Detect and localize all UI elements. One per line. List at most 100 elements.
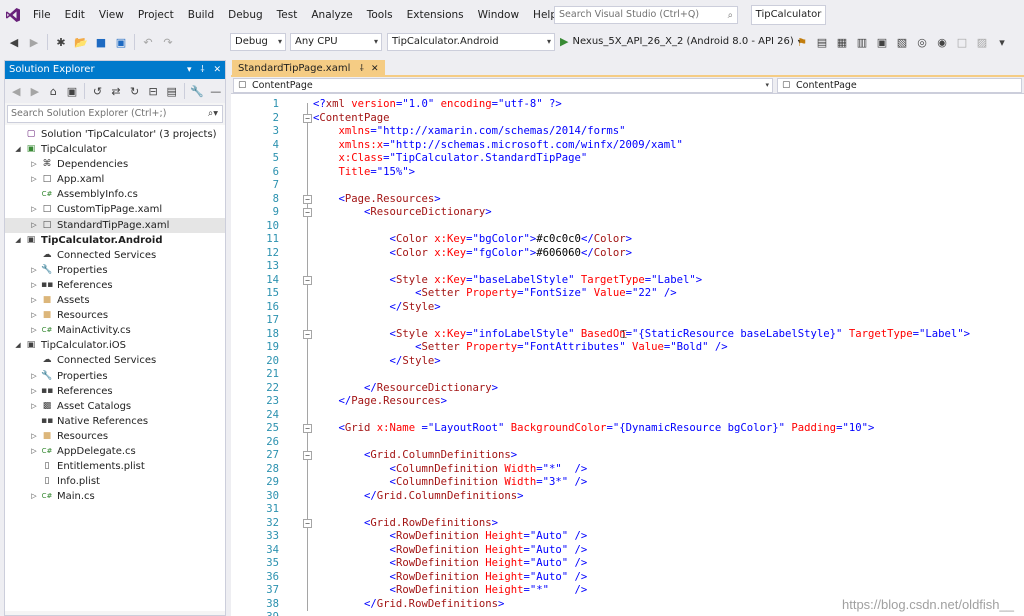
type-navigation-select[interactable]: ▢ ContentPage ▾ <box>233 78 773 93</box>
expanded-arrow-icon[interactable]: ◢ <box>13 338 23 353</box>
tree-item[interactable]: ▯ Info.plist <box>5 474 225 489</box>
menu-analyze[interactable]: Analyze <box>304 0 359 30</box>
tree-item[interactable]: ▷ □ App.xaml <box>5 172 225 187</box>
tree-item[interactable]: ◢ ▣ TipCalculator <box>5 142 225 157</box>
tree-item[interactable]: ▷ 🔧 Properties <box>5 263 225 278</box>
member-navigation-select[interactable]: ▢ ContentPage <box>777 78 1022 93</box>
collapsed-arrow-icon[interactable]: ▷ <box>29 323 39 338</box>
terminal-icon[interactable]: ▣ <box>874 34 890 50</box>
tree-item[interactable]: ▷ ⌘ Dependencies <box>5 157 225 172</box>
collapse-all-icon[interactable]: ⊟ <box>146 83 161 99</box>
save-all-icon[interactable]: ▣ <box>113 34 129 50</box>
close-icon[interactable]: ✕ <box>213 65 221 75</box>
collapsed-arrow-icon[interactable]: ▷ <box>29 384 39 399</box>
collapse-region-icon[interactable]: − <box>303 451 312 460</box>
start-debugging-button[interactable]: ▶ Nexus_5X_API_26_X_2 (Android 8.0 - API… <box>560 33 802 51</box>
tree-item[interactable]: ▷ ■ Resources <box>5 308 225 323</box>
collapse-region-icon[interactable]: − <box>303 113 312 123</box>
live-share-icon[interactable]: ◎ <box>914 34 930 50</box>
tree-item[interactable]: ◢ ▣ TipCalculator.Android <box>5 233 225 248</box>
collapsed-arrow-icon[interactable]: ▷ <box>29 263 39 278</box>
startup-project-select[interactable]: TipCalculator.Android ▾ <box>387 33 555 51</box>
tree-item[interactable]: ▯ Entitlements.plist <box>5 459 225 474</box>
close-tab-icon[interactable]: ✕ <box>371 64 379 74</box>
document-tab[interactable]: StandardTipPage.xaml ⸸ ✕ <box>232 60 385 77</box>
undo-icon[interactable]: ↶ <box>140 34 156 50</box>
menu-debug[interactable]: Debug <box>221 0 270 30</box>
collapsed-arrow-icon[interactable]: ▷ <box>29 278 39 293</box>
forward-icon[interactable]: ▶ <box>28 83 43 99</box>
collapsed-arrow-icon[interactable]: ▷ <box>29 399 39 414</box>
collapsed-arrow-icon[interactable]: ▷ <box>29 444 39 459</box>
collapsed-arrow-icon[interactable]: ▷ <box>29 202 39 217</box>
tree-item[interactable]: ▪▪ Native References <box>5 414 225 429</box>
device-log-icon[interactable]: ▤ <box>814 34 830 50</box>
collapse-region-icon[interactable]: − <box>303 424 312 433</box>
more-icon[interactable]: — <box>208 83 223 99</box>
device-manager-icon[interactable]: ▥ <box>854 34 870 50</box>
save-icon[interactable]: ■ <box>93 34 109 50</box>
collapsed-arrow-icon[interactable]: ▷ <box>29 429 39 444</box>
tree-item[interactable]: ☁ Connected Services <box>5 248 225 263</box>
menu-project[interactable]: Project <box>131 0 181 30</box>
switch-views-icon[interactable]: ▣ <box>65 83 80 99</box>
tree-item[interactable]: ▷ 🔧 Properties <box>5 369 225 384</box>
hot-reload-icon[interactable]: ⚑ <box>794 34 810 50</box>
expanded-arrow-icon[interactable]: ◢ <box>13 142 23 157</box>
pin-icon[interactable]: ⸸ <box>200 65 204 75</box>
collapse-region-icon[interactable]: − <box>303 194 312 204</box>
menu-extensions[interactable]: Extensions <box>400 0 471 30</box>
collapsed-arrow-icon[interactable]: ▷ <box>29 157 39 172</box>
pending-changes-filter-icon[interactable]: ↺ <box>90 83 105 99</box>
solution-platform-select[interactable]: Any CPU ▾ <box>290 33 382 51</box>
solution-search-input[interactable]: Search Solution Explorer (Ctrl+;) ⌕▾ <box>7 105 223 123</box>
collapse-region-icon[interactable]: − <box>303 329 312 339</box>
tree-item[interactable]: ▷ ▪▪ References <box>5 384 225 399</box>
collapse-region-icon[interactable]: − <box>303 518 312 528</box>
tree-item[interactable]: ▷ □ StandardTipPage.xaml <box>5 217 225 233</box>
visual-studio-logo-icon[interactable] <box>0 0 26 30</box>
tree-item[interactable]: ▷ ▩ Asset Catalogs <box>5 399 225 414</box>
expanded-arrow-icon[interactable]: ◢ <box>13 233 23 248</box>
tree-item[interactable]: ▷ ▪▪ References <box>5 278 225 293</box>
collapsed-arrow-icon[interactable]: ▷ <box>29 369 39 384</box>
collapsed-arrow-icon[interactable]: ▷ <box>29 489 39 504</box>
collapsed-arrow-icon[interactable]: ▷ <box>29 218 39 233</box>
collapse-region-icon[interactable]: − <box>303 208 312 217</box>
pin-icon[interactable]: ⸸ <box>360 64 364 74</box>
tree-item[interactable]: ▷ □ CustomTipPage.xaml <box>5 202 225 217</box>
navigate-forward-icon[interactable]: ▶ <box>26 34 42 50</box>
android-sdk-manager-icon[interactable]: ▦ <box>834 34 850 50</box>
tree-item[interactable]: ▢ Solution 'TipCalculator' (3 projects) <box>5 127 225 142</box>
collapse-region-icon[interactable]: − <box>303 275 312 285</box>
menu-edit[interactable]: Edit <box>58 0 92 30</box>
tree-item[interactable]: ◢ ▣ TipCalculator.iOS <box>5 338 225 353</box>
open-file-icon[interactable]: 📂 <box>73 34 89 50</box>
collapsed-arrow-icon[interactable]: ▷ <box>29 293 39 308</box>
show-all-files-icon[interactable]: ▤ <box>164 83 179 99</box>
tree-item[interactable]: ▷ C# MainActivity.cs <box>5 323 225 338</box>
collapsed-arrow-icon[interactable]: ▷ <box>29 308 39 323</box>
menu-build[interactable]: Build <box>181 0 221 30</box>
emulator-icon[interactable]: ▧ <box>894 34 910 50</box>
menu-window[interactable]: Window <box>471 0 526 30</box>
redo-icon[interactable]: ↷ <box>160 34 176 50</box>
window-position-icon[interactable]: ▾ <box>187 65 192 75</box>
menu-file[interactable]: File <box>26 0 58 30</box>
comment-icon[interactable]: ▨ <box>974 34 990 50</box>
find-in-files-icon[interactable]: □ <box>954 34 970 50</box>
tree-item[interactable]: ☁ Connected Services <box>5 353 225 368</box>
home-icon[interactable]: ⌂ <box>46 83 61 99</box>
tree-item[interactable]: ▷ ■ Assets <box>5 293 225 308</box>
tree-item[interactable]: ▷ ■ Resources <box>5 429 225 444</box>
navigate-back-icon[interactable]: ◀ <box>6 34 22 50</box>
wrench-icon[interactable]: 🔧 <box>190 83 205 99</box>
refresh-icon[interactable]: ↻ <box>127 83 142 99</box>
tree-item[interactable]: C# AssemblyInfo.cs <box>5 187 225 202</box>
menu-tools[interactable]: Tools <box>360 0 400 30</box>
code-text-area[interactable]: 1 <?xml version="1.0" encoding="utf-8" ?>… <box>231 96 1024 616</box>
new-project-icon[interactable]: ✱ <box>53 34 69 50</box>
toolbar-overflow-icon[interactable]: ▾ <box>994 34 1010 50</box>
menu-view[interactable]: View <box>92 0 131 30</box>
tree-item[interactable]: ▷ C# AppDelegate.cs <box>5 444 225 459</box>
